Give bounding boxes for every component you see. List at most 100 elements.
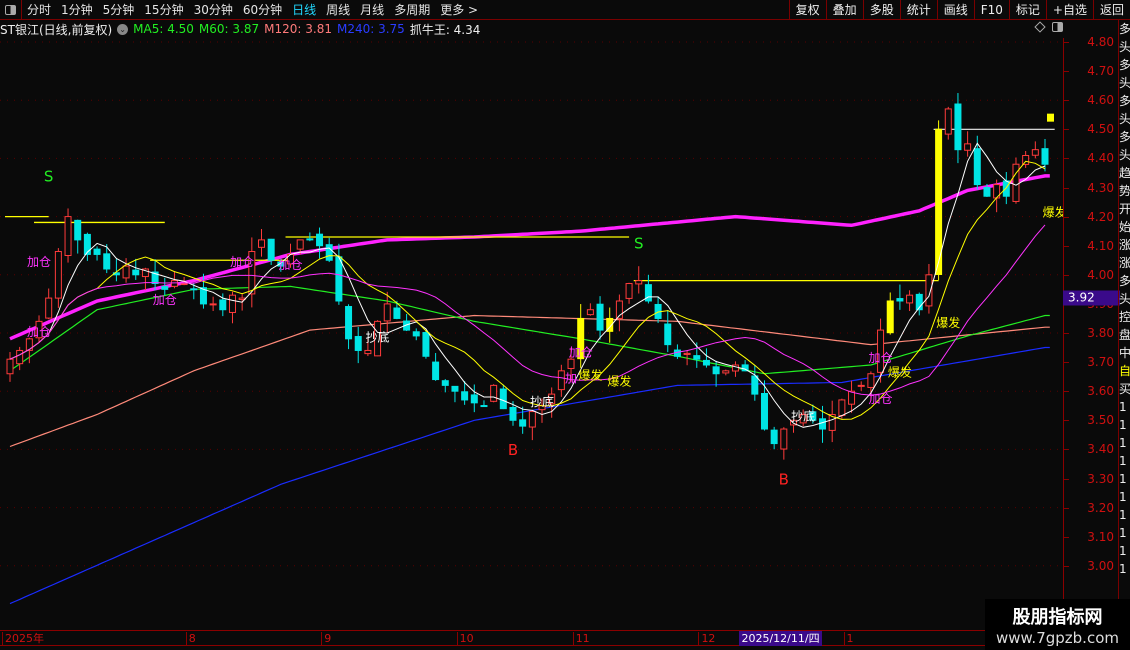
candle-body	[780, 428, 788, 450]
candle-body	[93, 248, 101, 255]
price-tick	[1064, 507, 1069, 509]
price-label: 4.30	[1087, 180, 1114, 195]
price-tick	[1064, 362, 1069, 364]
time-label: 11	[572, 632, 590, 646]
sidebar-char: 买	[1119, 382, 1130, 396]
time-label: 2025年	[2, 632, 44, 646]
price-tick	[1064, 129, 1069, 131]
candle-body	[335, 256, 343, 302]
annotation-label: 加	[565, 371, 577, 385]
price-tick	[1064, 333, 1069, 334]
candle-body	[354, 336, 362, 351]
watermark-title: 股朋指标网	[1012, 607, 1103, 628]
candle-body	[683, 352, 691, 355]
annotation-label: 加仓	[230, 255, 254, 269]
candle-body	[1031, 149, 1039, 156]
candle-body	[944, 108, 952, 135]
sidebar-char: 1	[1119, 472, 1127, 486]
sidebar-char: 始	[1119, 220, 1130, 234]
candle-body	[886, 300, 894, 334]
candle-body	[412, 331, 420, 337]
candle-body	[906, 294, 914, 304]
candle-body	[1022, 154, 1030, 165]
candle-body	[664, 323, 672, 346]
candle-body	[1002, 180, 1010, 197]
sidebar-char: 涨	[1119, 238, 1130, 252]
candle-body	[819, 418, 827, 430]
candle-body	[964, 143, 972, 151]
price-label: 4.70	[1087, 64, 1114, 79]
candle-body	[25, 338, 33, 351]
time-label: 1	[843, 632, 854, 646]
annotation-label: 爆发	[1043, 205, 1063, 220]
candle-body	[325, 244, 333, 261]
annotation-label: 爆发	[607, 373, 631, 388]
candle-body	[1041, 148, 1049, 165]
candle-body	[751, 375, 759, 395]
candle-body	[896, 298, 904, 302]
candle-body	[180, 283, 188, 286]
candle-body	[422, 332, 430, 357]
sidebar-char: 1	[1119, 526, 1127, 540]
candle-body	[83, 233, 91, 255]
price-label: 3.50	[1087, 413, 1114, 428]
price-tick	[1064, 158, 1069, 160]
candle-body	[1012, 163, 1020, 202]
candle-body	[383, 303, 391, 322]
candle-body	[625, 283, 633, 299]
candle-body	[306, 238, 314, 241]
price-label: 4.80	[1087, 35, 1114, 49]
time-label: 12	[698, 632, 715, 646]
candle-body	[209, 303, 217, 306]
sidebar-char: 盘	[1119, 328, 1130, 342]
annotation-label: 加仓	[27, 255, 51, 269]
candle-body	[480, 405, 488, 408]
price-tick	[1064, 71, 1069, 73]
price-tick	[1064, 565, 1069, 567]
annotation-label: 抄底	[791, 408, 815, 423]
candle-body	[432, 361, 440, 381]
sidebar-char: 1	[1119, 418, 1127, 432]
candle-body	[596, 303, 604, 331]
candle-body	[983, 187, 991, 197]
annotation-label: 加仓	[869, 392, 893, 406]
candle-body	[528, 411, 536, 428]
price-tick	[1064, 42, 1069, 43]
price-tick	[1064, 216, 1069, 218]
price-label: 4.10	[1087, 238, 1114, 253]
sidebar-char: 涨	[1119, 256, 1130, 270]
candle-body	[54, 251, 62, 299]
sidebar-char: 1	[1119, 544, 1127, 558]
price-label: 3.70	[1087, 355, 1114, 370]
candle-body	[838, 399, 846, 417]
sidebar-char: 1	[1119, 400, 1127, 414]
time-label: 8	[185, 632, 196, 646]
candle-body	[122, 265, 130, 279]
sidebar-char: 控	[1119, 310, 1130, 324]
candle-body	[316, 233, 324, 247]
toolbar-button[interactable]: 返回	[1092, 0, 1130, 20]
candle-body	[499, 388, 507, 410]
candlestick-chart[interactable]: SSBB加仓加仓加仓加仓 加仓抄底加仓加 爆发 爆发抄底抄底加仓加仓爆发爆发爆发	[0, 0, 1063, 630]
price-tick	[1064, 478, 1069, 480]
candle-body	[64, 216, 72, 257]
candle-body	[760, 392, 768, 430]
candle-body	[228, 294, 236, 313]
candle-body	[393, 307, 401, 319]
price-tick	[1064, 187, 1069, 189]
annotation-label: 爆发	[936, 315, 960, 330]
annotation-label: 加仓	[27, 325, 51, 339]
sidebar-char: 头	[1119, 40, 1130, 54]
candle-body	[867, 373, 875, 388]
annotation-label: 抄底	[366, 330, 390, 345]
candle-body	[6, 358, 14, 375]
candle-body	[364, 349, 372, 355]
candle-body	[103, 253, 111, 270]
candle-body	[461, 391, 469, 401]
price-tick	[1064, 274, 1069, 276]
annotation-label: 加仓	[279, 258, 303, 272]
sidebar-char: 头	[1119, 148, 1130, 162]
signal-b: B	[779, 470, 789, 488]
candle-body	[45, 297, 53, 319]
sidebar-char: 多	[1119, 22, 1130, 36]
